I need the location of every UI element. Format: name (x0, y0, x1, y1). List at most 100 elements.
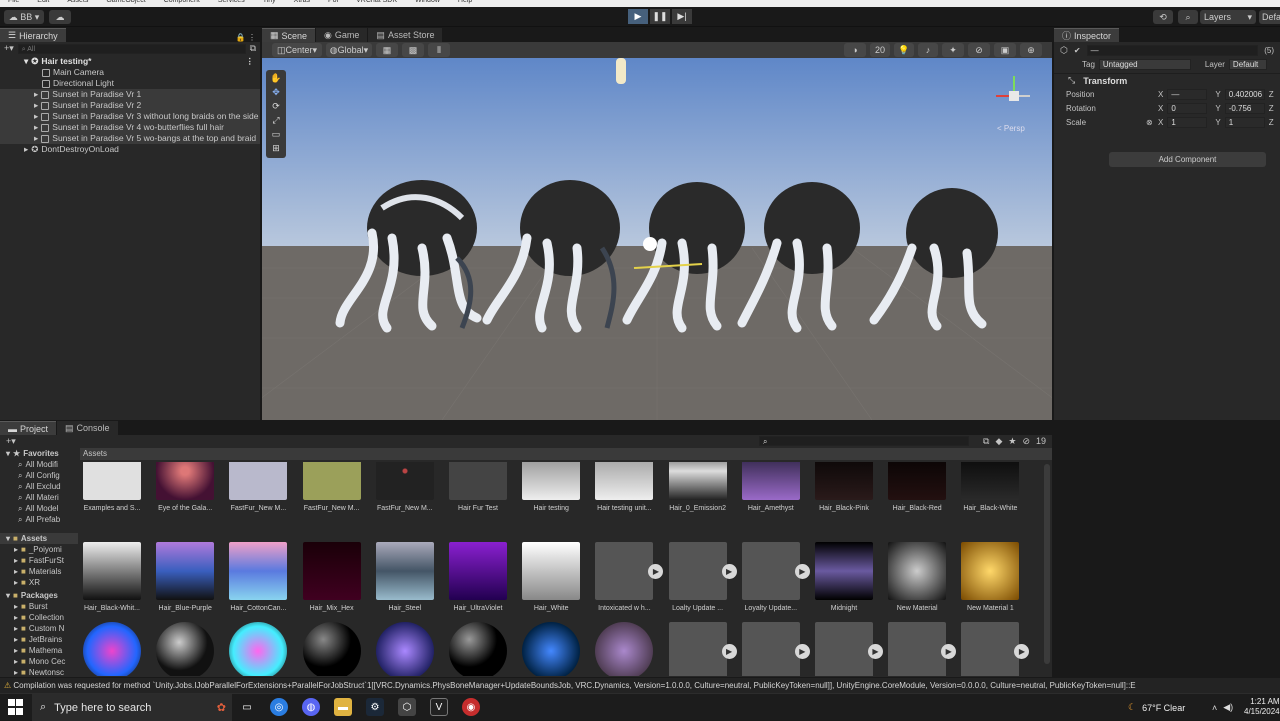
play-button[interactable]: ▶ (628, 9, 648, 24)
scale-x-field[interactable]: 1 (1167, 116, 1208, 128)
project-search-input[interactable]: ⌕ (759, 436, 969, 446)
asset-item[interactable]: Hair Fur Test (446, 462, 510, 512)
active-checkbox[interactable]: ✔ (1074, 46, 1081, 55)
asset-item[interactable]: New Material 8 (519, 622, 583, 676)
fav-item[interactable]: ⌕ All Materi (0, 492, 78, 503)
fav-item[interactable]: ⌕ All Model (0, 503, 78, 514)
asset-folder-item[interactable]: ▸ ■ XR (0, 577, 78, 588)
asset-item[interactable]: Intoxicated w h... (592, 542, 656, 612)
link-icon[interactable]: ⊗ (1146, 118, 1158, 127)
fav-item[interactable]: ⌕ All Modifi (0, 459, 78, 470)
chevron-up-icon[interactable]: ˄ (1212, 703, 1217, 713)
tab-scene[interactable]: ▦ Scene (262, 28, 316, 42)
persp-label[interactable]: < Persp (997, 124, 1025, 133)
gizmos-dropdown[interactable]: ⊕ (1020, 43, 1042, 57)
weather-widget[interactable]: ☾ 67°F Clear (1128, 694, 1185, 721)
asset-item[interactable]: Hair_Black-Pink (812, 462, 876, 512)
asset-folder-item[interactable]: ▸ ■ FastFurSt (0, 555, 78, 566)
step-button[interactable]: ▶| (672, 9, 692, 24)
clock[interactable]: 1:21 AM 4/15/2024 (1244, 697, 1280, 717)
volume-icon[interactable]: ◀) (1223, 702, 1233, 713)
transform-tool-icon[interactable]: ⊞ (272, 143, 280, 154)
windows-start-icon[interactable] (8, 699, 24, 715)
asset-item[interactable]: Hair_CottonCan... (226, 542, 290, 612)
hierarchy-item-main-camera[interactable]: Main Camera (0, 67, 260, 78)
2d-toggle[interactable]: 20 (870, 43, 890, 57)
search-button[interactable]: ⌕ (1178, 10, 1198, 24)
hand-tool-icon[interactable]: ✋ (270, 73, 281, 84)
tab-console[interactable]: ▤ Console (57, 421, 118, 435)
asset-item[interactable]: Hair_Black-Whit... (80, 542, 144, 612)
draw-mode-button[interactable]: ◑ (844, 43, 866, 57)
hierarchy-item-directional-light[interactable]: Directional Light (0, 78, 260, 89)
fav-item[interactable]: ⌕ All Config (0, 470, 78, 481)
scale-y-field[interactable]: 1 (1224, 116, 1265, 128)
play-preview-icon[interactable]: ▶ (941, 644, 957, 659)
history-button[interactable]: ⟲ (1153, 10, 1173, 24)
asset-item[interactable]: Sunset In Paradi... (666, 622, 730, 676)
hierarchy-item-vr4[interactable]: ▸ Sunset in Paradise Vr 4 wo-butterflies … (0, 122, 260, 133)
hierarchy-search-input[interactable]: ⌕ All (17, 43, 246, 54)
play-preview-icon[interactable]: ▶ (721, 564, 737, 579)
menu-component[interactable]: Component (164, 0, 200, 7)
pivot-dropdown[interactable]: ◫ Center ▾ (272, 43, 322, 57)
position-x-field[interactable]: — (1167, 88, 1208, 100)
scene-visibility-icon[interactable]: ⧉ (250, 43, 256, 54)
package-item[interactable]: ▸ ■ Custom N (0, 623, 78, 634)
asset-item[interactable]: FastFur_New M... (373, 462, 437, 512)
scene-menu-icon[interactable]: ⋮ (246, 56, 255, 67)
scale-tool-icon[interactable]: ⤢ (272, 115, 279, 126)
hierarchy-item-vr5[interactable]: ▸ Sunset in Paradise Vr 5 wo-bangs at the… (0, 133, 260, 144)
chrome-icon[interactable]: ◎ (270, 698, 288, 716)
package-item[interactable]: ▸ ■ JetBrains (0, 634, 78, 645)
play-preview-icon[interactable]: ▶ (794, 564, 810, 579)
asset-item[interactable]: Hair_Mix_Hex (300, 542, 364, 612)
asset-item[interactable]: Hair_UltraViolet (446, 542, 510, 612)
tag-dropdown[interactable]: Untagged (1098, 59, 1191, 70)
asset-item[interactable]: New Material 6 (373, 622, 437, 676)
directional-light-gizmo[interactable] (616, 58, 626, 84)
asset-item[interactable]: Sunset In Parad... (812, 622, 876, 676)
layout-dropdown[interactable]: Defa (1259, 10, 1280, 24)
snap-increment-button[interactable]: ▩ (402, 43, 424, 57)
hidden-packages-icon[interactable]: ⊘ (1022, 436, 1030, 447)
asset-item[interactable]: New Material 9 (592, 622, 656, 676)
favorites-folder[interactable]: ▾ ★ Favorites (0, 448, 78, 459)
asset-item[interactable]: Hair_0_Emission2 (666, 462, 730, 512)
cloud-button[interactable]: ☁ (49, 10, 71, 24)
play-preview-icon[interactable]: ▶ (794, 644, 810, 659)
asset-item[interactable]: Hair_Black-White (958, 462, 1022, 512)
package-item[interactable]: ▸ ■ Newtonsc (0, 667, 78, 676)
menu-xtras[interactable]: Xtras (294, 0, 310, 7)
rotate-tool-icon[interactable]: ⟳ (272, 101, 280, 112)
assets-breadcrumb[interactable]: Assets (80, 448, 1052, 460)
asset-item[interactable]: Sunset in Parad... (885, 622, 949, 676)
filter-by-label-icon[interactable]: ◆ (995, 436, 1002, 447)
asset-item[interactable]: Examples and S... (80, 462, 144, 512)
asset-item[interactable]: Hair_Black-Red (885, 462, 949, 512)
asset-item[interactable]: New Material 7 (446, 622, 510, 676)
layers-dropdown[interactable]: Layers ▾ (1200, 10, 1256, 24)
add-icon[interactable]: +▾ (4, 43, 14, 54)
menu-help[interactable]: Help (458, 0, 472, 7)
object-name-field[interactable]: — (1086, 44, 1259, 56)
scene-root[interactable]: ▾ ✪ Hair testing* ⋮ (0, 56, 260, 67)
menu-vrchat-sdk[interactable]: VRChat SDK (356, 0, 397, 7)
package-item[interactable]: ▸ ■ Mathema (0, 645, 78, 656)
asset-item[interactable]: Eye of the Gala... (153, 462, 217, 512)
play-preview-icon[interactable]: ▶ (868, 644, 883, 659)
menu-edit[interactable]: Edit (37, 0, 49, 7)
account-dropdown[interactable]: ☁ BB ▾ (4, 10, 44, 24)
asset-item[interactable]: New Material 2 (80, 622, 144, 676)
asset-item[interactable]: Hair testing unit... (592, 462, 656, 512)
asset-item[interactable]: New Material 4 (226, 622, 290, 676)
asset-item[interactable]: New Material 3 (153, 622, 217, 676)
menu-assets[interactable]: Assets (67, 0, 88, 7)
asset-item[interactable]: Sunset In Paradi... (958, 622, 1022, 676)
asset-item[interactable]: Sunset In Parad... (739, 622, 803, 676)
space-dropdown[interactable]: ◍ Global ▾ (326, 43, 372, 57)
asset-item[interactable]: FastFur_New M... (300, 462, 364, 512)
toolbar-extra-button[interactable]: ⫴ (428, 43, 450, 57)
asset-item[interactable]: Hair_Steel (373, 542, 437, 612)
asset-item[interactable]: New Material 1 (958, 542, 1022, 612)
